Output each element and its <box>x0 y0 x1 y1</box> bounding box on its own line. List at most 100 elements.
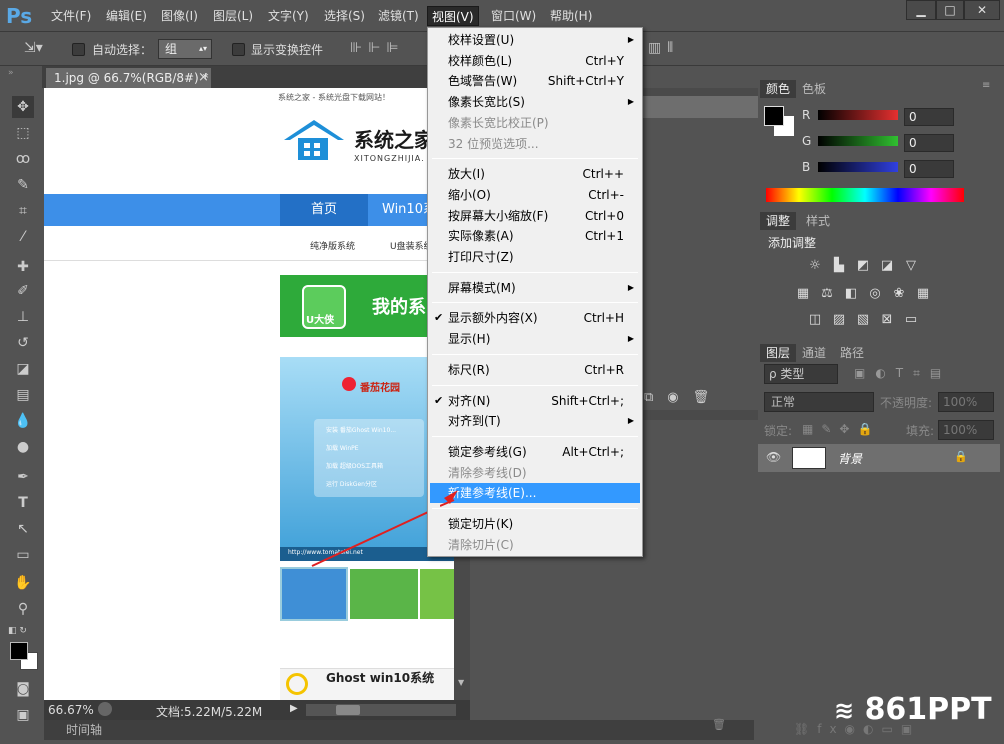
layer-row[interactable]: 👁 背景 🔒 <box>758 444 1000 472</box>
visibility-eye-icon[interactable]: 👁 <box>766 450 781 464</box>
levels-icon[interactable]: ▙ <box>830 258 848 274</box>
view-menu-item[interactable]: 显示(H) ▶ <box>430 329 640 349</box>
align-icons[interactable]: ⊪⊩⊫ <box>350 40 405 56</box>
view-menu-item[interactable]: 屏幕模式(M) ▶ <box>430 278 640 298</box>
panel-menu-icon[interactable]: ≡ <box>982 80 990 91</box>
history-actions-icons[interactable]: ⧉◉🗑 <box>644 390 758 408</box>
posterize-icon[interactable]: ▨ <box>830 312 848 328</box>
channel-b-slider[interactable] <box>818 162 898 172</box>
view-menu-item[interactable]: 打印尺寸(Z) <box>430 247 640 267</box>
lock-icons[interactable]: ▦✎✥🔒 <box>802 422 880 436</box>
hue-icon[interactable]: ▦ <box>794 286 812 302</box>
view-menu-item[interactable]: 色域警告(W) Shift+Ctrl+Y <box>430 71 640 91</box>
filter-icons[interactable]: ▣◐T⌗▤ <box>854 366 951 381</box>
menu-view[interactable]: 视图(V) <box>427 6 479 26</box>
tab-channels[interactable]: 通道 <box>796 344 832 362</box>
move-tool-icon[interactable]: ✥ <box>12 96 34 118</box>
pen-tool-icon[interactable]: ✒ <box>12 466 34 488</box>
type-tool-icon[interactable]: T <box>12 492 34 514</box>
layer-filter-dropdown[interactable]: ρ 类型 <box>764 364 838 384</box>
menu-filter[interactable]: 滤镜(T) <box>374 6 423 26</box>
menu-edit[interactable]: 编辑(E) <box>102 6 151 26</box>
fill-input[interactable]: 100% <box>938 420 994 440</box>
view-menu-item[interactable]: 按屏幕大小缩放(F) Ctrl+0 <box>430 206 640 226</box>
lasso-tool-icon[interactable]: ꝏ <box>12 148 34 170</box>
gradient-icon[interactable]: ▤ <box>12 384 34 406</box>
view-menu-item[interactable]: 像素长宽比(S) ▶ <box>430 92 640 112</box>
gradient-map-icon[interactable]: ⊠ <box>878 312 896 328</box>
threshold-icon[interactable]: ▧ <box>854 312 872 328</box>
eraser-icon[interactable]: ◪ <box>12 358 34 380</box>
minimize-button[interactable]: ▁ <box>906 0 936 20</box>
eyedropper-icon[interactable]: ⁄ <box>12 226 34 248</box>
color-lookup-icon[interactable]: ▦ <box>914 286 932 302</box>
stamp-tool-icon[interactable]: ⊥ <box>12 306 34 328</box>
show-transform-checkbox[interactable] <box>232 42 245 56</box>
collapse-icon[interactable]: » <box>8 68 14 78</box>
tab-styles[interactable]: 样式 <box>800 212 836 230</box>
menu-image[interactable]: 图像(I) <box>157 6 202 26</box>
tab-paths[interactable]: 路径 <box>834 344 870 362</box>
zoom-level[interactable]: 66.67% <box>48 703 94 717</box>
channel-r-value[interactable]: 0 <box>904 108 954 126</box>
menu-select[interactable]: 选择(S) <box>320 6 369 26</box>
auto-select-dropdown[interactable]: 组 ▴▾ <box>158 39 212 59</box>
canvas[interactable]: 系统之家 - 系统光盘下载网站！ 系统之家 XITONGZHIJIA. 首页 W… <box>44 88 454 700</box>
menu-help[interactable]: 帮助(H) <box>546 6 596 26</box>
quick-mask-icon[interactable]: ◙ <box>12 678 34 700</box>
view-menu-item[interactable]: 锁定参考线(G) Alt+Ctrl+; <box>430 442 640 462</box>
crop-tool-icon[interactable]: ⌗ <box>12 200 34 222</box>
view-menu-item[interactable]: ✔ 对齐(N) Shift+Ctrl+; <box>430 391 640 411</box>
default-colors-icon[interactable]: ◧ ↻ <box>8 626 27 636</box>
view-menu-item[interactable]: 缩小(O) Ctrl+- <box>430 185 640 205</box>
tab-color[interactable]: 颜色 <box>760 80 797 98</box>
horizontal-scrollbar[interactable] <box>306 704 456 716</box>
view-menu-item[interactable]: 校样设置(U) ▶ <box>430 30 640 50</box>
tab-adjustments[interactable]: 调整 <box>760 212 797 230</box>
quick-select-icon[interactable]: ✎ <box>12 174 34 196</box>
blend-mode-dropdown[interactable]: 正常 <box>764 392 874 412</box>
dodge-tool-icon[interactable]: ● <box>12 436 34 458</box>
brightness-icon[interactable]: ☼ <box>806 258 824 274</box>
opacity-input[interactable]: 100% <box>938 392 994 412</box>
document-tab[interactable]: 1.jpg @ 66.7%(RGB/8#) * <box>46 68 211 88</box>
channel-mixer-icon[interactable]: ❀ <box>890 286 908 302</box>
balance-icon[interactable]: ⚖ <box>818 286 836 302</box>
invert-icon[interactable]: ◫ <box>806 312 824 328</box>
trash-icon[interactable]: 🗑 <box>712 718 726 731</box>
auto-select-checkbox[interactable] <box>72 42 85 56</box>
fg-swatch[interactable] <box>764 106 784 126</box>
menu-file[interactable]: 文件(F) <box>47 6 95 26</box>
color-ramp[interactable] <box>766 188 964 202</box>
view-menu-item[interactable]: 校样颜色(L) Ctrl+Y <box>430 51 640 71</box>
channel-g-value[interactable]: 0 <box>904 134 954 152</box>
layer-name[interactable]: 背景 <box>838 450 862 467</box>
menu-layer[interactable]: 图层(L) <box>209 6 257 26</box>
distribute-icons[interactable]: ▥⫴ <box>648 40 679 56</box>
channel-g-slider[interactable] <box>818 136 898 146</box>
view-menu-item[interactable]: 对齐到(T) ▶ <box>430 411 640 431</box>
timeline-label[interactable]: 时间轴 <box>66 720 102 740</box>
photo-filter-icon[interactable]: ◎ <box>866 286 884 302</box>
tab-swatches[interactable]: 色板 <box>796 80 832 98</box>
screen-mode-icon[interactable]: ▣ <box>12 704 34 726</box>
tab-close-icon[interactable]: × <box>198 70 209 85</box>
brush-tool-icon[interactable]: ✐ <box>12 280 34 302</box>
path-select-icon[interactable]: ↖ <box>12 518 34 540</box>
hand-tool-icon[interactable]: ✋ <box>12 572 34 594</box>
channel-b-value[interactable]: 0 <box>904 160 954 178</box>
view-menu-item[interactable]: 放大(I) Ctrl++ <box>430 164 640 184</box>
vibrance-icon[interactable]: ▽ <box>902 258 920 274</box>
selective-color-icon[interactable]: ▭ <box>902 312 920 328</box>
channel-r-slider[interactable] <box>818 110 898 120</box>
menu-window[interactable]: 窗口(W) <box>487 6 540 26</box>
marquee-tool-icon[interactable]: ⬚ <box>12 122 34 144</box>
close-button[interactable]: ✕ <box>964 0 1000 20</box>
rectangle-tool-icon[interactable]: ▭ <box>12 544 34 566</box>
status-icon[interactable] <box>98 702 112 716</box>
healing-brush-icon[interactable]: ✚ <box>12 256 34 278</box>
view-menu-item[interactable]: ✔ 显示额外内容(X) Ctrl+H <box>430 308 640 328</box>
view-menu-item[interactable]: 标尺(R) Ctrl+R <box>430 360 640 380</box>
curves-icon[interactable]: ◩ <box>854 258 872 274</box>
scroll-down-icon[interactable]: ▼ <box>458 678 464 687</box>
